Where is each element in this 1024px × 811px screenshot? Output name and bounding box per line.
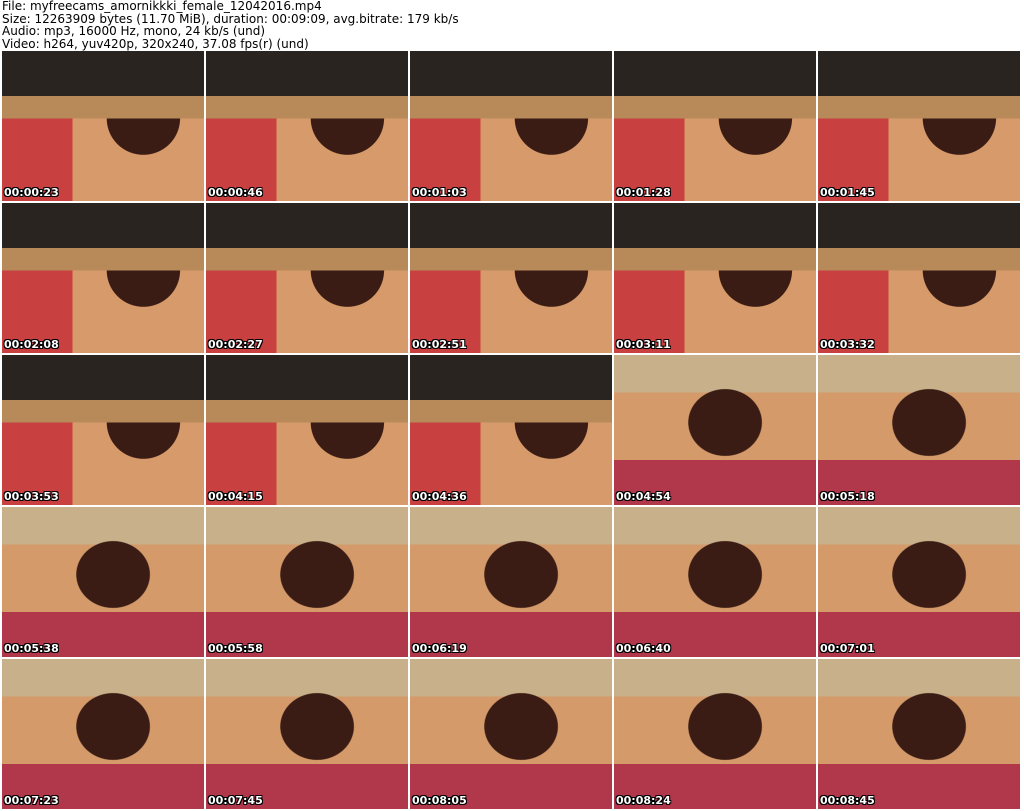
video-frame-thumbnail: 00:04:54 bbox=[614, 355, 816, 505]
video-frame-thumbnail: 00:08:24 bbox=[614, 659, 816, 809]
frame-timestamp: 00:03:11 bbox=[616, 338, 671, 351]
video-frame-thumbnail: 00:03:32 bbox=[818, 203, 1020, 353]
frame-image bbox=[206, 203, 408, 353]
frame-image bbox=[818, 355, 1020, 505]
audio-info: Audio: mp3, 16000 Hz, mono, 24 kb/s (und… bbox=[2, 24, 266, 38]
video-frame-thumbnail: 00:07:01 bbox=[818, 507, 1020, 657]
frame-timestamp: 00:07:01 bbox=[820, 642, 875, 655]
frame-image bbox=[410, 507, 612, 657]
video-frame-thumbnail: 00:06:19 bbox=[410, 507, 612, 657]
video-frame-thumbnail: 00:08:45 bbox=[818, 659, 1020, 809]
frame-timestamp: 00:06:19 bbox=[412, 642, 467, 655]
frame-timestamp: 00:03:53 bbox=[4, 490, 59, 503]
frame-timestamp: 00:00:46 bbox=[208, 186, 263, 199]
frame-image bbox=[614, 51, 816, 201]
frame-timestamp: 00:08:24 bbox=[616, 794, 671, 807]
video-frame-thumbnail: 00:05:18 bbox=[818, 355, 1020, 505]
video-frame-thumbnail: 00:03:11 bbox=[614, 203, 816, 353]
frame-image bbox=[2, 203, 204, 353]
video-frame-thumbnail: 00:07:23 bbox=[2, 659, 204, 809]
video-frame-thumbnail: 00:05:58 bbox=[206, 507, 408, 657]
frame-image bbox=[614, 355, 816, 505]
frame-timestamp: 00:05:38 bbox=[4, 642, 59, 655]
frame-timestamp: 00:03:32 bbox=[820, 338, 875, 351]
frame-image bbox=[206, 507, 408, 657]
video-frame-thumbnail: 00:02:27 bbox=[206, 203, 408, 353]
video-frame-thumbnail: 00:06:40 bbox=[614, 507, 816, 657]
frame-timestamp: 00:08:05 bbox=[412, 794, 467, 807]
frame-image bbox=[206, 51, 408, 201]
frame-image bbox=[2, 659, 204, 809]
frame-image bbox=[410, 355, 612, 505]
video-frame-thumbnail: 00:08:05 bbox=[410, 659, 612, 809]
frame-image bbox=[818, 51, 1020, 201]
frame-timestamp: 00:02:27 bbox=[208, 338, 263, 351]
frame-image bbox=[2, 355, 204, 505]
frame-image bbox=[206, 659, 408, 809]
frame-image bbox=[818, 203, 1020, 353]
frame-timestamp: 00:04:54 bbox=[616, 490, 671, 503]
frame-timestamp: 00:06:40 bbox=[616, 642, 671, 655]
frame-timestamp: 00:08:45 bbox=[820, 794, 875, 807]
frame-timestamp: 00:01:28 bbox=[616, 186, 671, 199]
thumbnail-grid: 00:00:23 00:00:46 00:01:03 00:01:28 00:01:45… bbox=[2, 51, 1020, 809]
frame-timestamp: 00:07:45 bbox=[208, 794, 263, 807]
frame-image bbox=[818, 507, 1020, 657]
frame-timestamp: 00:04:36 bbox=[412, 490, 467, 503]
video-frame-thumbnail: 00:00:46 bbox=[206, 51, 408, 201]
frame-timestamp: 00:05:18 bbox=[820, 490, 875, 503]
video-frame-thumbnail: 00:00:23 bbox=[2, 51, 204, 201]
video-info: Video: h264, yuv420p, 320x240, 37.08 fps… bbox=[2, 36, 309, 51]
video-frame-thumbnail: 00:04:36 bbox=[410, 355, 612, 505]
file-name: File: myfreecams_amornikkki_female_12042… bbox=[2, 0, 322, 13]
frame-image bbox=[2, 51, 204, 201]
frame-image bbox=[410, 203, 612, 353]
video-frame-thumbnail: 00:07:45 bbox=[206, 659, 408, 809]
frame-image bbox=[614, 203, 816, 353]
video-frame-thumbnail: 00:01:28 bbox=[614, 51, 816, 201]
video-frame-thumbnail: 00:01:03 bbox=[410, 51, 612, 201]
frame-image bbox=[206, 355, 408, 505]
frame-image bbox=[410, 659, 612, 809]
frame-timestamp: 00:02:08 bbox=[4, 338, 59, 351]
frame-timestamp: 00:00:23 bbox=[4, 186, 59, 199]
frame-image bbox=[818, 659, 1020, 809]
video-frame-thumbnail: 00:05:38 bbox=[2, 507, 204, 657]
video-frame-thumbnail: 00:04:15 bbox=[206, 355, 408, 505]
video-frame-thumbnail: 00:02:51 bbox=[410, 203, 612, 353]
video-frame-thumbnail: 00:01:45 bbox=[818, 51, 1020, 201]
frame-image bbox=[614, 507, 816, 657]
frame-timestamp: 00:05:58 bbox=[208, 642, 263, 655]
frame-timestamp: 00:01:03 bbox=[412, 186, 467, 199]
frame-image bbox=[2, 507, 204, 657]
video-frame-thumbnail: 00:03:53 bbox=[2, 355, 204, 505]
frame-image bbox=[614, 659, 816, 809]
frame-timestamp: 00:04:15 bbox=[208, 490, 263, 503]
frame-timestamp: 00:07:23 bbox=[4, 794, 59, 807]
video-info-header: File: myfreecams_amornikkki_female_12042… bbox=[2, 0, 459, 50]
frame-timestamp: 00:02:51 bbox=[412, 338, 467, 351]
frame-timestamp: 00:01:45 bbox=[820, 186, 875, 199]
video-frame-thumbnail: 00:02:08 bbox=[2, 203, 204, 353]
frame-image bbox=[410, 51, 612, 201]
